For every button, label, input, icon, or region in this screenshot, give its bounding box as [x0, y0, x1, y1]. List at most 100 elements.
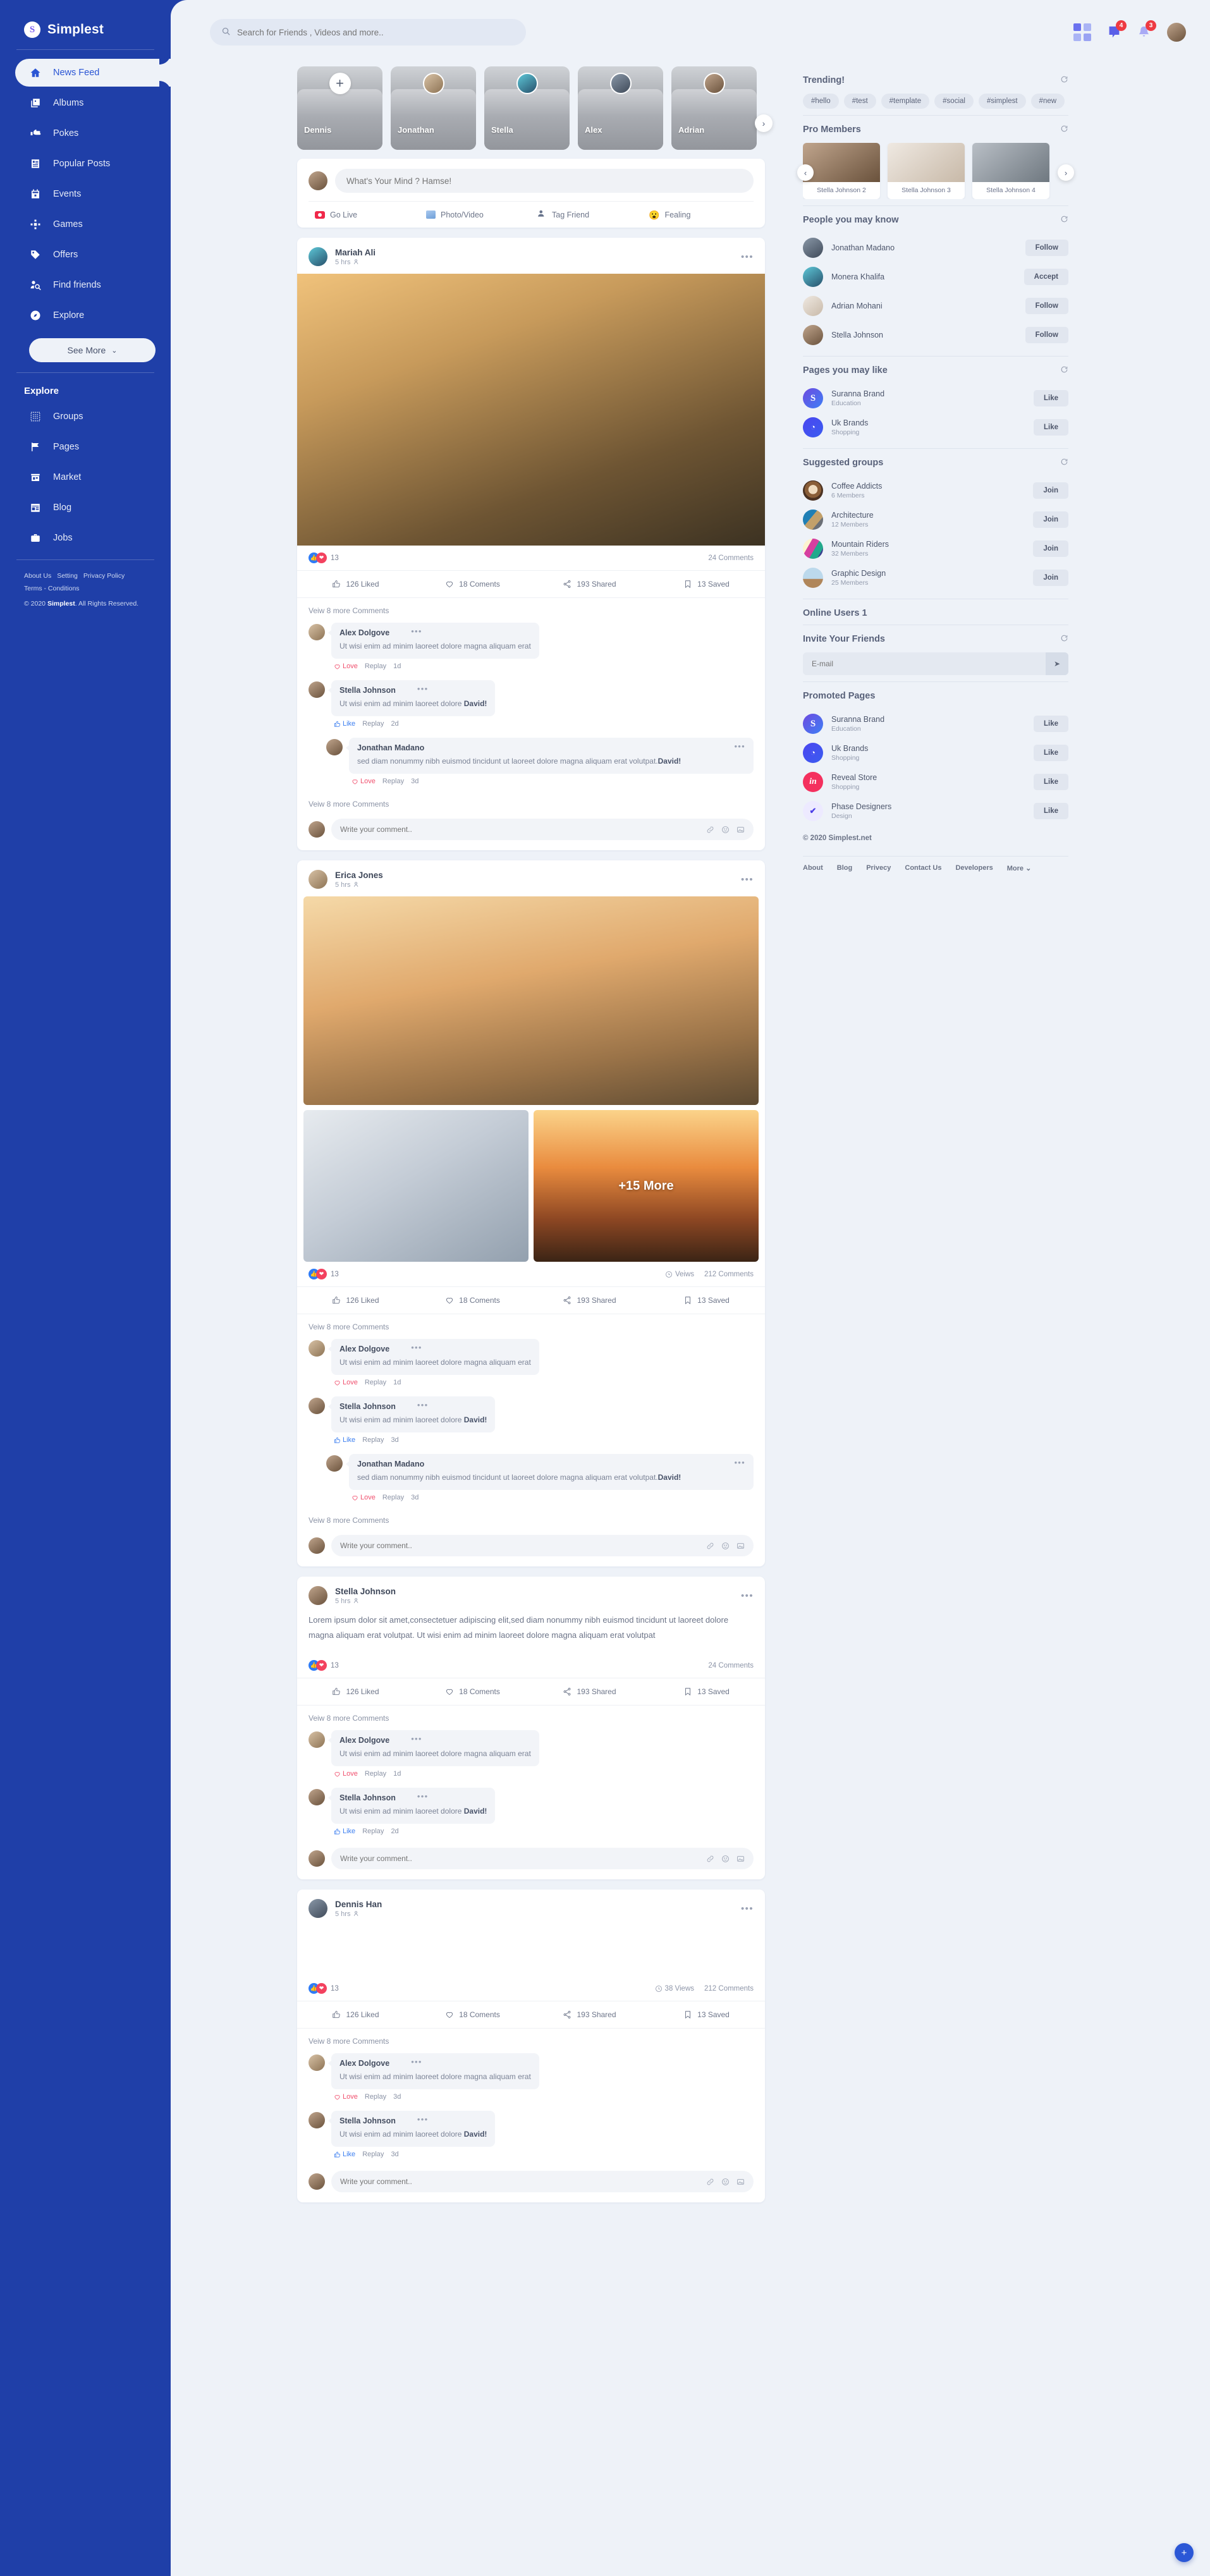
footer-link-developers[interactable]: Developers [955, 864, 993, 872]
tag-chip[interactable]: #new [1030, 94, 1065, 109]
accept-button[interactable]: Accept [1024, 269, 1068, 285]
post-author[interactable]: Dennis Han [335, 1900, 382, 1909]
like-page-button[interactable]: Like [1033, 774, 1068, 790]
like-page-button[interactable]: Like [1033, 390, 1068, 406]
comment-like-button[interactable]: Like [334, 1436, 355, 1444]
person-name[interactable]: Jonathan Madano [831, 243, 895, 252]
post-author[interactable]: Stella Johnson [335, 1587, 396, 1596]
photo-video-button[interactable]: Photo/Video [420, 211, 531, 219]
comment-button[interactable]: 18 Coments [414, 1678, 531, 1705]
avatar[interactable] [309, 624, 325, 640]
comment-author[interactable]: Alex Dolgove [339, 1345, 389, 1353]
footer-link-setting[interactable]: Setting [57, 572, 78, 580]
stories-next-button[interactable]: › [755, 114, 773, 132]
comment-input-wrap[interactable] [331, 1848, 754, 1870]
comment-input-wrap[interactable] [331, 819, 754, 840]
tag-chip[interactable]: #hello [803, 94, 839, 109]
comment-button[interactable]: 18 Coments [414, 1287, 531, 1314]
like-page-button[interactable]: Like [1033, 716, 1068, 732]
join-group-button[interactable]: Join [1033, 511, 1068, 528]
promoted-name[interactable]: Phase Designers [831, 802, 891, 811]
share-button[interactable]: 193 Shared [531, 1287, 648, 1314]
join-group-button[interactable]: Join [1033, 570, 1068, 586]
comment-menu-button[interactable]: ••• [417, 1792, 429, 1800]
comment-menu-button[interactable]: ••• [411, 2058, 422, 2066]
avatar[interactable] [309, 2054, 325, 2072]
pro-member-card[interactable]: Stella Johnson 4 [972, 143, 1049, 199]
sidebar-item-popular-posts[interactable]: Popular Posts [0, 150, 171, 178]
save-button[interactable]: 13 Saved [648, 571, 765, 597]
search-box[interactable] [210, 19, 526, 46]
refresh-icon[interactable] [1060, 458, 1068, 468]
group-name[interactable]: Architecture [831, 511, 874, 520]
sidebar-item-explore[interactable]: Explore [0, 302, 171, 329]
follow-button[interactable]: Follow [1025, 298, 1068, 314]
avatar[interactable] [309, 1340, 325, 1357]
comment-input[interactable] [340, 825, 700, 834]
comment-love-button[interactable]: Love [351, 778, 376, 785]
invite-send-button[interactable]: ➤ [1046, 652, 1068, 675]
comment-input[interactable] [340, 1541, 700, 1550]
follow-button[interactable]: Follow [1025, 327, 1068, 343]
promoted-name[interactable]: Uk Brands [831, 744, 868, 753]
comment-replay-button[interactable]: Replay [382, 1494, 404, 1501]
sidebar-item-jobs[interactable]: Jobs [0, 524, 171, 552]
comment-like-button[interactable]: Like [334, 1828, 355, 1835]
invite-email-input[interactable] [812, 659, 1046, 668]
comment-replay-button[interactable]: Replay [382, 778, 404, 785]
comment-button[interactable]: 18 Coments [414, 2001, 531, 2028]
story-add[interactable]: + Dennis [297, 66, 382, 150]
share-button[interactable]: 193 Shared [531, 2001, 648, 2028]
group-name[interactable]: Coffee Addicts [831, 482, 882, 491]
comment-replay-button[interactable]: Replay [362, 2151, 384, 2158]
story-item[interactable]: Stella [484, 66, 570, 150]
footer-link-privacy-policy[interactable]: Privacy Policy [83, 572, 125, 580]
search-input[interactable] [237, 27, 515, 37]
go-live-button[interactable]: Go Live [309, 211, 420, 219]
comment-menu-button[interactable]: ••• [417, 685, 429, 693]
avatar[interactable] [309, 247, 327, 266]
tag-friend-button[interactable]: Tag Friend [531, 209, 642, 220]
comment-author[interactable]: Alex Dolgove [339, 2059, 389, 2068]
comment-author[interactable]: Stella Johnson [339, 686, 396, 695]
person-name[interactable]: Stella Johnson [831, 331, 883, 339]
avatar[interactable] [803, 296, 823, 316]
comment-input-wrap[interactable] [331, 2171, 754, 2193]
comment-menu-button[interactable]: ••• [411, 1735, 422, 1743]
avatar[interactable] [309, 1398, 325, 1414]
like-button[interactable]: 126 Liked [297, 1287, 414, 1314]
sidebar-item-pages[interactable]: Pages [0, 433, 171, 461]
post-menu-button[interactable]: ••• [741, 875, 754, 884]
post-menu-button[interactable]: ••• [741, 1904, 754, 1914]
comment-replay-button[interactable]: Replay [365, 1770, 386, 1778]
post-photo[interactable] [303, 896, 759, 1105]
post-photo[interactable] [297, 274, 765, 546]
view-more-comments[interactable]: Veiw 8 more Comments [297, 791, 765, 812]
composer-input[interactable] [335, 169, 754, 193]
sidebar-item-albums[interactable]: Albums [0, 89, 171, 117]
footer-link-contact-us[interactable]: Contact Us [905, 864, 941, 872]
sidebar-item-blog[interactable]: Blog [0, 494, 171, 522]
post-author[interactable]: Mariah Ali [335, 248, 376, 257]
sidebar-item-events[interactable]: Events [0, 180, 171, 208]
pro-member-card[interactable]: Stella Johnson 2 [803, 143, 880, 199]
comment-author[interactable]: Jonathan Madano [357, 1460, 424, 1468]
comments-count[interactable]: 212 Comments [704, 1985, 754, 1993]
comment-menu-button[interactable]: ••• [734, 742, 745, 750]
feeling-button[interactable]: 😮 Fealing [642, 211, 754, 219]
comment-replay-button[interactable]: Replay [365, 2093, 386, 2101]
avatar[interactable] [326, 1455, 343, 1472]
pro-prev-button[interactable]: ‹ [797, 164, 814, 181]
view-more-comments[interactable]: Veiw 8 more Comments [297, 1706, 765, 1726]
like-page-button[interactable]: Like [1033, 745, 1068, 761]
refresh-icon[interactable] [1060, 634, 1068, 644]
messages-button[interactable]: 4 [1108, 20, 1127, 40]
person-name[interactable]: Adrian Mohani [831, 302, 883, 310]
comment-input[interactable] [340, 2177, 700, 2187]
tag-chip[interactable]: #simplest [978, 94, 1026, 109]
like-page-button[interactable]: Like [1033, 803, 1068, 819]
comment-like-button[interactable]: Like [334, 720, 355, 728]
avatar[interactable] [803, 267, 823, 287]
save-button[interactable]: 13 Saved [648, 1678, 765, 1705]
sidebar-item-pokes[interactable]: Pokes [0, 119, 171, 147]
